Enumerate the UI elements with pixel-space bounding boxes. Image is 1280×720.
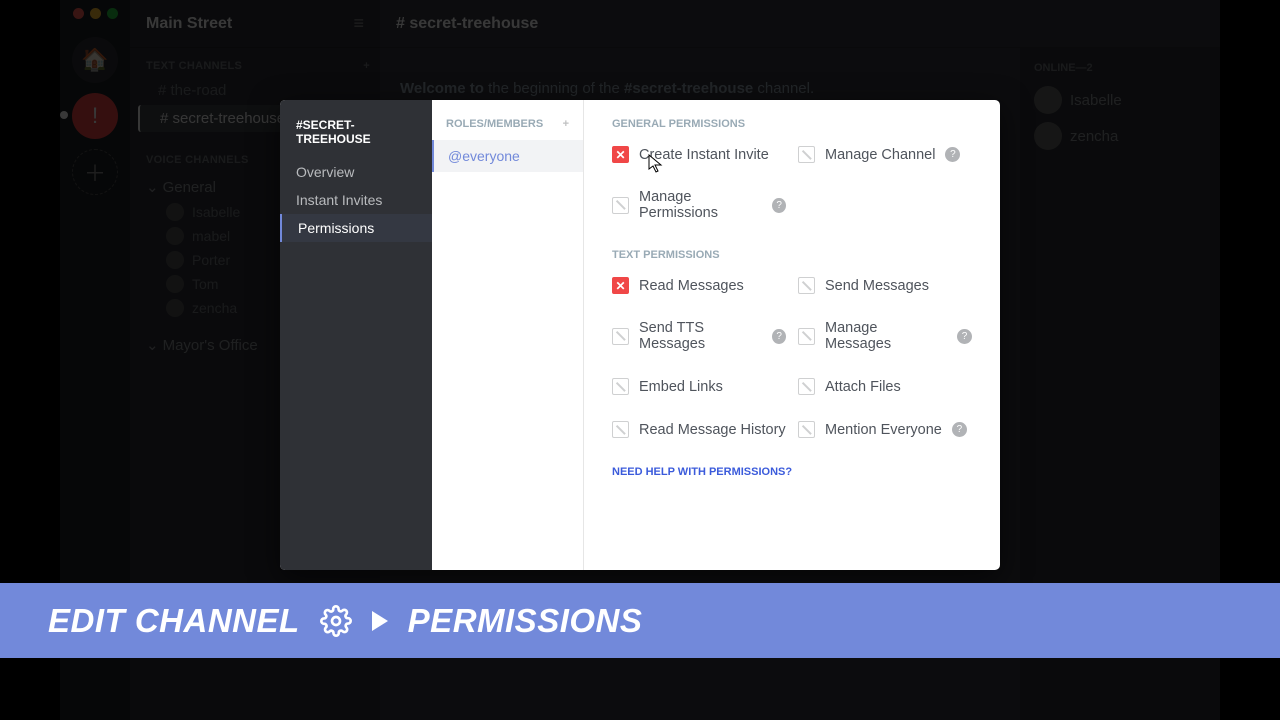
help-icon[interactable]: ?	[952, 422, 967, 437]
perm-create-instant-invite[interactable]: ✕Create Instant Invite	[612, 146, 786, 163]
add-server-button[interactable]: ＋	[72, 149, 118, 195]
tutorial-banner: EDIT CHANNEL PERMISSIONS	[0, 583, 1280, 658]
perm-send-messages[interactable]: Send Messages	[798, 277, 972, 294]
channel-header: # secret-treehouse	[380, 0, 1220, 48]
checkbox-neutral-icon[interactable]	[612, 197, 629, 214]
checkbox-neutral-icon[interactable]	[798, 328, 815, 345]
modal-title: #SECRET-TREEHOUSE	[280, 118, 432, 158]
perm-manage-messages[interactable]: Manage Messages?	[798, 320, 972, 352]
nav-overview[interactable]: Overview	[280, 158, 432, 186]
checkbox-neutral-icon[interactable]	[612, 378, 629, 395]
perm-attach-files[interactable]: Attach Files	[798, 378, 972, 395]
checkbox-neutral-icon[interactable]	[798, 378, 815, 395]
banner-edit-channel: EDIT CHANNEL	[48, 602, 300, 640]
perm-manage-permissions[interactable]: Manage Permissions?	[612, 189, 786, 221]
modal-sidebar: #SECRET-TREEHOUSE Overview Instant Invit…	[280, 100, 432, 570]
checkbox-deny-icon[interactable]: ✕	[612, 146, 629, 163]
help-icon[interactable]: ?	[957, 329, 972, 344]
checkbox-neutral-icon[interactable]	[612, 328, 629, 345]
permissions-panel: GENERAL PERMISSIONS ✕Create Instant Invi…	[584, 100, 1000, 570]
help-icon[interactable]: ?	[772, 329, 786, 344]
text-permissions-header: TEXT PERMISSIONS	[612, 249, 972, 261]
add-channel-icon[interactable]: +	[363, 60, 370, 72]
avatar	[1034, 86, 1062, 114]
checkbox-deny-icon[interactable]: ✕	[612, 277, 629, 294]
help-icon[interactable]: ?	[772, 198, 786, 213]
text-channels-header: TEXT CHANNELS+	[130, 48, 380, 76]
member-item[interactable]: Isabelle	[1034, 82, 1206, 118]
avatar	[1034, 122, 1062, 150]
nav-instant-invites[interactable]: Instant Invites	[280, 186, 432, 214]
members-online-header: ONLINE—2	[1034, 62, 1206, 74]
help-icon[interactable]: ?	[945, 147, 960, 162]
channel-settings-modal: #SECRET-TREEHOUSE Overview Instant Invit…	[280, 100, 1000, 570]
checkbox-neutral-icon[interactable]	[798, 277, 815, 294]
arrow-right-icon	[372, 611, 388, 631]
role-everyone[interactable]: @everyone	[432, 140, 583, 172]
chevron-down-icon: ⌄	[146, 178, 159, 196]
add-role-icon[interactable]: +	[563, 118, 569, 130]
server-icon-home[interactable]: 🏠	[72, 37, 118, 83]
server-icon-active[interactable]: !	[72, 93, 118, 139]
roles-column: ROLES/MEMBERS + @everyone	[432, 100, 584, 570]
help-permissions-link[interactable]: NEED HELP WITH PERMISSIONS?	[612, 466, 972, 478]
perm-mention-everyone[interactable]: Mention Everyone?	[798, 421, 972, 438]
perm-embed-links[interactable]: Embed Links	[612, 378, 786, 395]
checkbox-neutral-icon[interactable]	[798, 421, 815, 438]
checkbox-neutral-icon[interactable]	[612, 421, 629, 438]
nav-permissions[interactable]: Permissions	[280, 214, 432, 242]
chevron-down-icon: ⌄	[146, 336, 159, 354]
perm-read-history[interactable]: Read Message History	[612, 421, 786, 438]
banner-permissions: PERMISSIONS	[408, 602, 643, 640]
perm-send-tts[interactable]: Send TTS Messages?	[612, 320, 786, 352]
server-name: Main Street	[146, 15, 232, 33]
checkbox-neutral-icon[interactable]	[798, 146, 815, 163]
perm-manage-channel[interactable]: Manage Channel?	[798, 146, 972, 163]
window-controls[interactable]	[73, 8, 118, 19]
general-permissions-header: GENERAL PERMISSIONS	[612, 118, 972, 130]
hamburger-icon[interactable]: ≡	[353, 13, 364, 34]
gear-icon	[320, 605, 352, 637]
roles-header: ROLES/MEMBERS +	[432, 118, 583, 140]
server-header[interactable]: Main Street ≡	[130, 0, 380, 48]
perm-read-messages[interactable]: ✕Read Messages	[612, 277, 786, 294]
member-item[interactable]: zencha	[1034, 118, 1206, 154]
